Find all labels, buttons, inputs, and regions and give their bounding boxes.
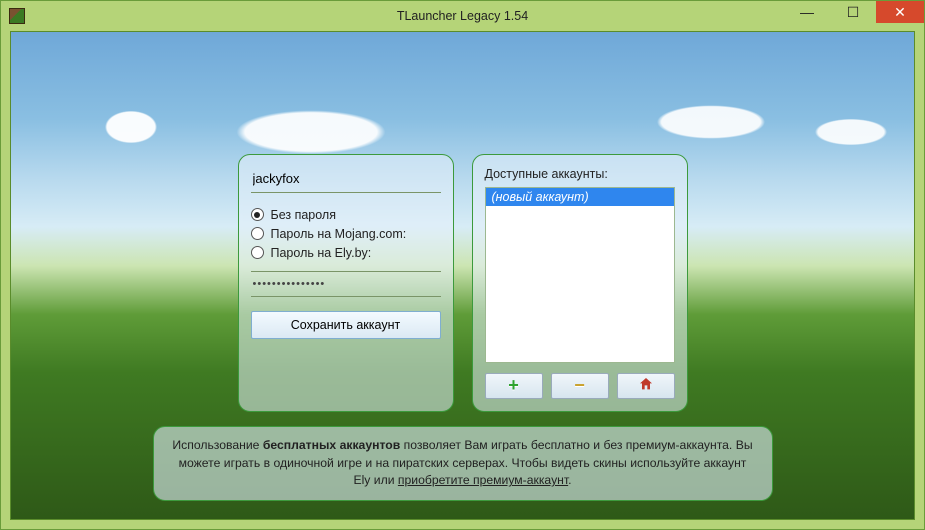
radio-mojang[interactable]: Пароль на Mojang.com: [251,227,441,241]
radio-ely[interactable]: Пароль на Ely.by: [251,246,441,260]
radio-label: Без пароля [271,208,337,222]
radio-label: Пароль на Mojang.com: [271,227,407,241]
accounts-label: Доступные аккаунты: [485,167,675,181]
home-button[interactable] [617,373,675,399]
add-account-button[interactable]: + [485,373,543,399]
content-area: Без пароля Пароль на Mojang.com: Пароль … [10,31,915,520]
remove-account-button[interactable]: − [551,373,609,399]
accounts-list[interactable]: (новый аккаунт) [485,187,675,363]
home-icon [638,376,654,395]
premium-link[interactable]: приобретите премиум-аккаунт [398,473,568,487]
radio-label: Пароль на Ely.by: [271,246,372,260]
close-button[interactable]: ✕ [876,1,924,23]
login-panel: Без пароля Пароль на Mojang.com: Пароль … [238,154,454,412]
info-banner: Использование бесплатных аккаунтов позво… [153,426,773,501]
password-input[interactable] [251,271,441,297]
maximize-button[interactable]: ☐ [830,1,876,23]
titlebar[interactable]: TLauncher Legacy 1.54 — ☐ ✕ [1,1,924,31]
username-input[interactable] [251,167,441,193]
minus-icon: − [574,375,585,396]
minimize-button[interactable]: — [784,1,830,23]
list-item[interactable]: (новый аккаунт) [486,188,674,206]
radio-icon [251,227,264,240]
save-account-button[interactable]: Сохранить аккаунт [251,311,441,339]
plus-icon: + [508,375,519,396]
accounts-panel: Доступные аккаунты: (новый аккаунт) + − [472,154,688,412]
radio-icon [251,208,264,221]
radio-no-password[interactable]: Без пароля [251,208,441,222]
background-clouds [11,72,914,162]
radio-icon [251,246,264,259]
